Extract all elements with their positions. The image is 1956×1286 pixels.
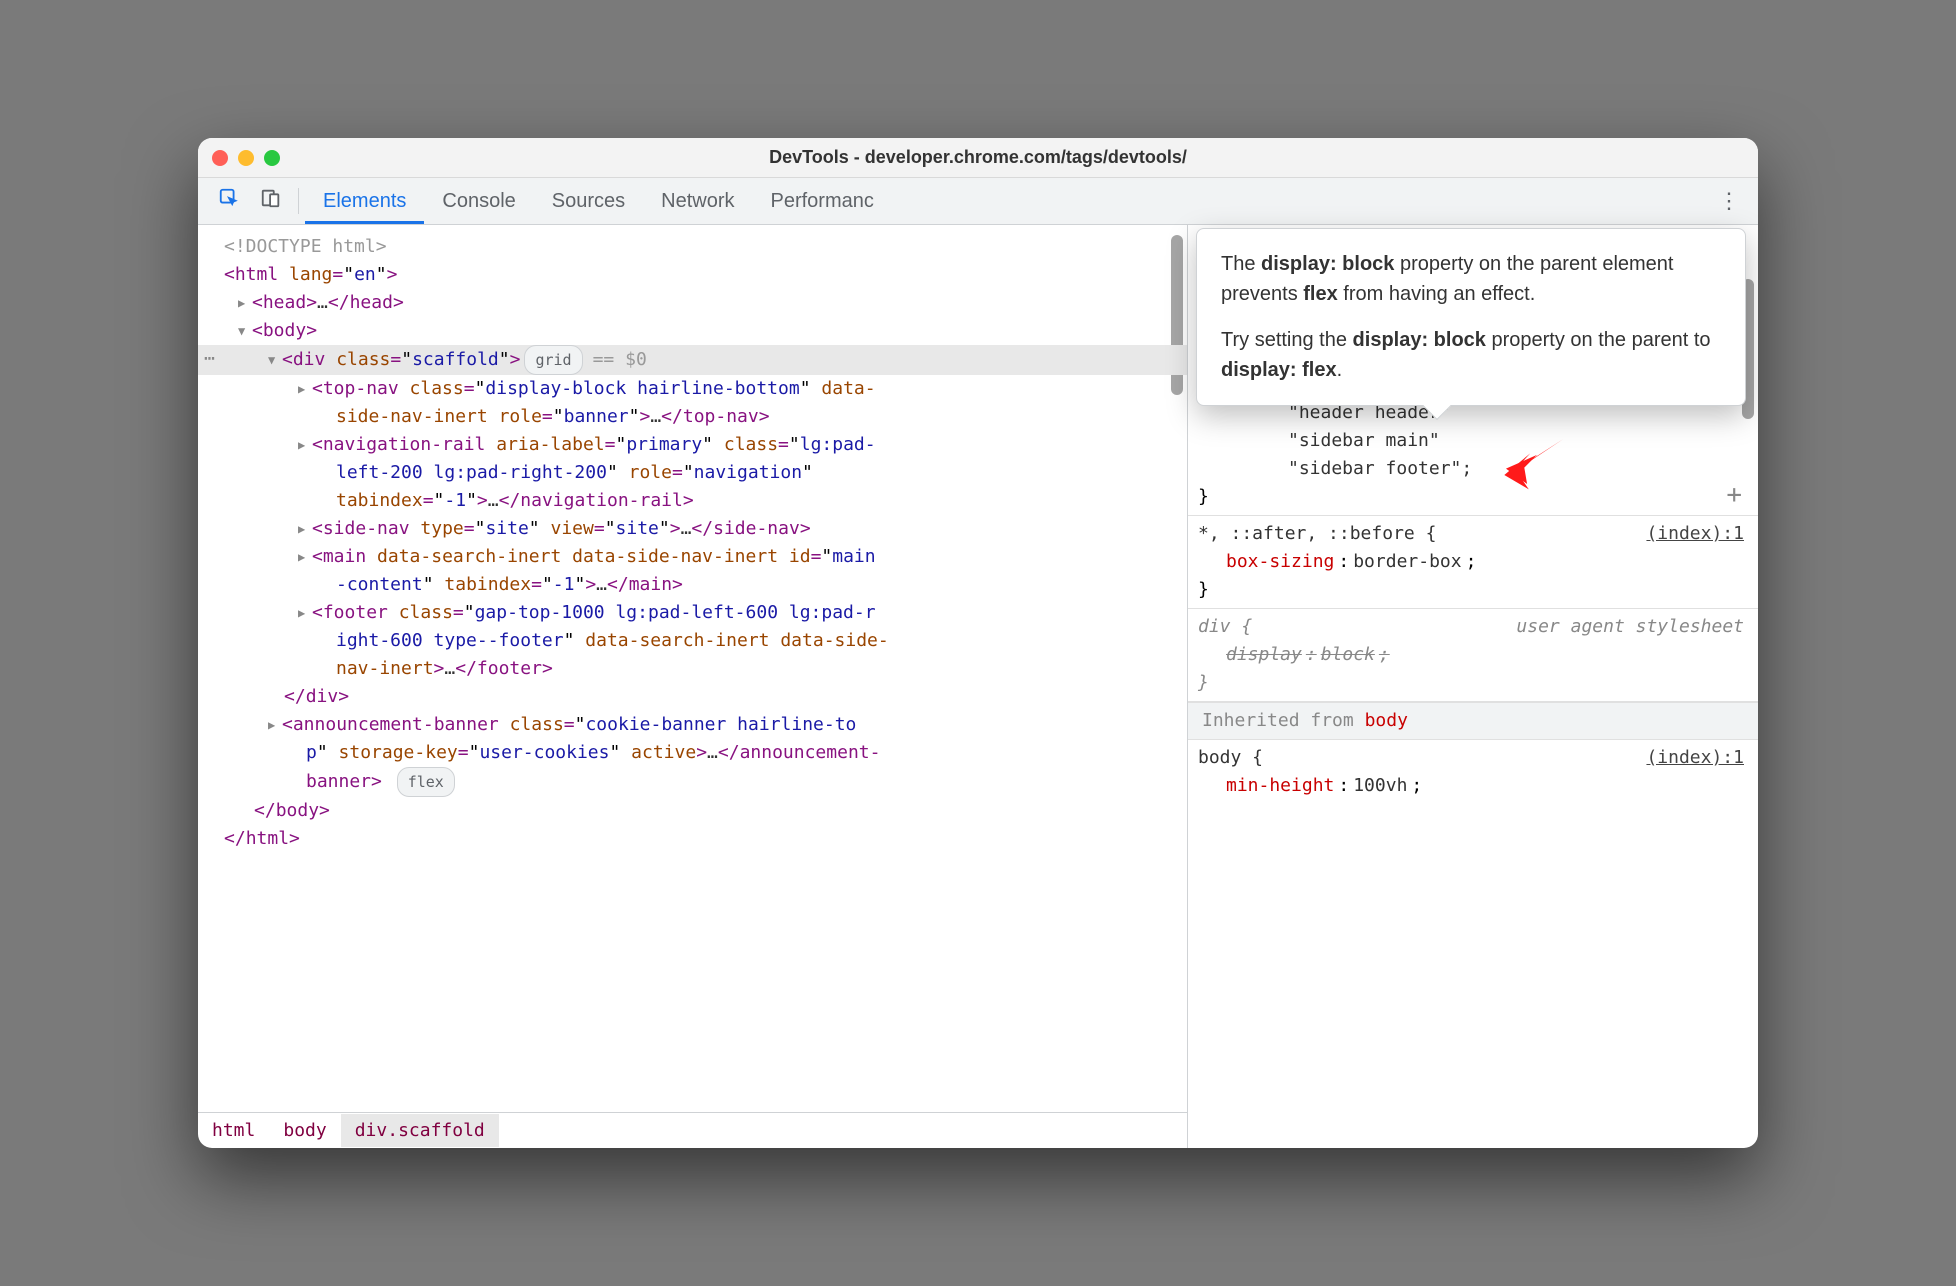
inspect-element-icon[interactable] [208,181,250,221]
minimize-window-button[interactable] [238,150,254,166]
dom-node-html-close[interactable]: </html> [198,825,1187,853]
tab-elements[interactable]: Elements [305,179,424,224]
dom-panel: <!DOCTYPE html> <html lang="en"> ▶<head>… [198,225,1188,1148]
grid-badge[interactable]: grid [524,345,582,375]
dom-node-topnav[interactable]: ▶<top-nav class="display-block hairline-… [198,375,1187,431]
style-value-line[interactable]: "sidebar main" [1198,427,1744,455]
flex-badge[interactable]: flex [397,767,455,797]
dom-node-html[interactable]: <html lang="en"> [198,261,1187,289]
dom-node-main[interactable]: ▶<main data-search-inert data-side-nav-i… [198,543,1187,599]
dom-node-scaffold[interactable]: ▼<div class="scaffold">grid== $0 [198,345,1187,375]
expand-icon[interactable]: ▶ [298,543,312,571]
close-window-button[interactable] [212,150,228,166]
expand-icon[interactable]: ▶ [298,599,312,627]
expand-icon[interactable]: ▶ [268,711,282,739]
breadcrumb: html body div.scaffold [198,1112,1187,1148]
expand-icon[interactable]: ▶ [298,375,312,403]
style-prop-display-ua[interactable]: display: block; [1198,641,1744,669]
rule-close-brace: } [1198,669,1744,697]
dom-node-side-nav[interactable]: ▶<side-nav type="site" view="site">…</si… [198,515,1187,543]
rule-selector[interactable]: *, ::after, ::before { [1198,520,1436,548]
tab-performance[interactable]: Performanc [753,179,892,224]
expand-icon[interactable]: ▶ [298,515,312,543]
breadcrumb-html[interactable]: html [198,1114,269,1147]
dom-node-head[interactable]: ▶<head>…</head> [198,289,1187,317]
style-rule-body[interactable]: body { (index):1 min-height: 100vh; [1188,740,1758,804]
style-rule-div-ua[interactable]: div { user agent stylesheet display: blo… [1188,609,1758,702]
dom-node-doctype[interactable]: <!DOCTYPE html> [198,233,1187,261]
inherited-from-bar: Inherited from body [1188,702,1758,740]
window-title: DevTools - developer.chrome.com/tags/dev… [769,147,1187,168]
rule-selector[interactable]: body { [1198,744,1263,772]
dom-node-footer[interactable]: ▶<footer class="gap-top-1000 lg:pad-left… [198,599,1187,683]
collapse-icon[interactable]: ▼ [268,346,282,374]
collapse-icon[interactable]: ▼ [238,317,252,345]
toolbar-divider [298,188,299,214]
source-link[interactable]: (index):1 [1646,744,1744,772]
source-ua-label: user agent stylesheet [1516,613,1744,641]
dom-node-body[interactable]: ▼<body> [198,317,1187,345]
rule-close-brace: } [1198,483,1744,511]
traffic-lights [212,150,280,166]
tab-console[interactable]: Console [424,179,533,224]
style-value-line[interactable]: "sidebar footer"; [1198,455,1744,483]
overflow-menu-icon[interactable]: ⋮ [1708,184,1748,218]
style-rule-universal[interactable]: *, ::after, ::before { (index):1 box-siz… [1188,516,1758,609]
dom-node-body-close[interactable]: </body> [198,797,1187,825]
tab-network[interactable]: Network [643,179,752,224]
style-prop-min-height[interactable]: min-height: 100vh; [1198,772,1744,800]
breadcrumb-body[interactable]: body [269,1114,340,1147]
tab-sources[interactable]: Sources [534,179,643,224]
devtools-toolbar: Elements Console Sources Network Perform… [198,178,1758,225]
rule-close-brace: } [1198,576,1744,604]
expand-icon[interactable]: ▶ [238,289,252,317]
device-toggle-icon[interactable] [250,181,292,221]
annotation-arrow-icon [1500,432,1572,497]
tooltip-paragraph-1: The display: block property on the paren… [1221,249,1721,309]
maximize-window-button[interactable] [264,150,280,166]
dom-node-navigation-rail[interactable]: ▶<navigation-rail aria-label="primary" c… [198,431,1187,515]
titlebar: DevTools - developer.chrome.com/tags/dev… [198,138,1758,178]
dom-node-announcement-banner[interactable]: ▶<announcement-banner class="cookie-bann… [198,711,1187,797]
rule-selector[interactable]: div { [1198,613,1252,641]
dom-tree[interactable]: <!DOCTYPE html> <html lang="en"> ▶<head>… [198,225,1187,1112]
breadcrumb-div-scaffold[interactable]: div.scaffold [341,1114,499,1147]
add-rule-icon[interactable]: + [1726,481,1742,509]
style-prop-box-sizing[interactable]: box-sizing: border-box; [1198,548,1744,576]
source-link[interactable]: (index):1 [1646,520,1744,548]
dom-node-div-close[interactable]: </div> [198,683,1187,711]
tooltip-paragraph-2: Try setting the display: block property … [1221,325,1721,385]
devtools-window: DevTools - developer.chrome.com/tags/dev… [198,138,1758,1148]
panel-tabs: Elements Console Sources Network Perform… [305,179,892,224]
css-hint-tooltip: The display: block property on the paren… [1196,228,1746,406]
console-reference: == $0 [593,349,647,370]
expand-icon[interactable]: ▶ [298,431,312,459]
